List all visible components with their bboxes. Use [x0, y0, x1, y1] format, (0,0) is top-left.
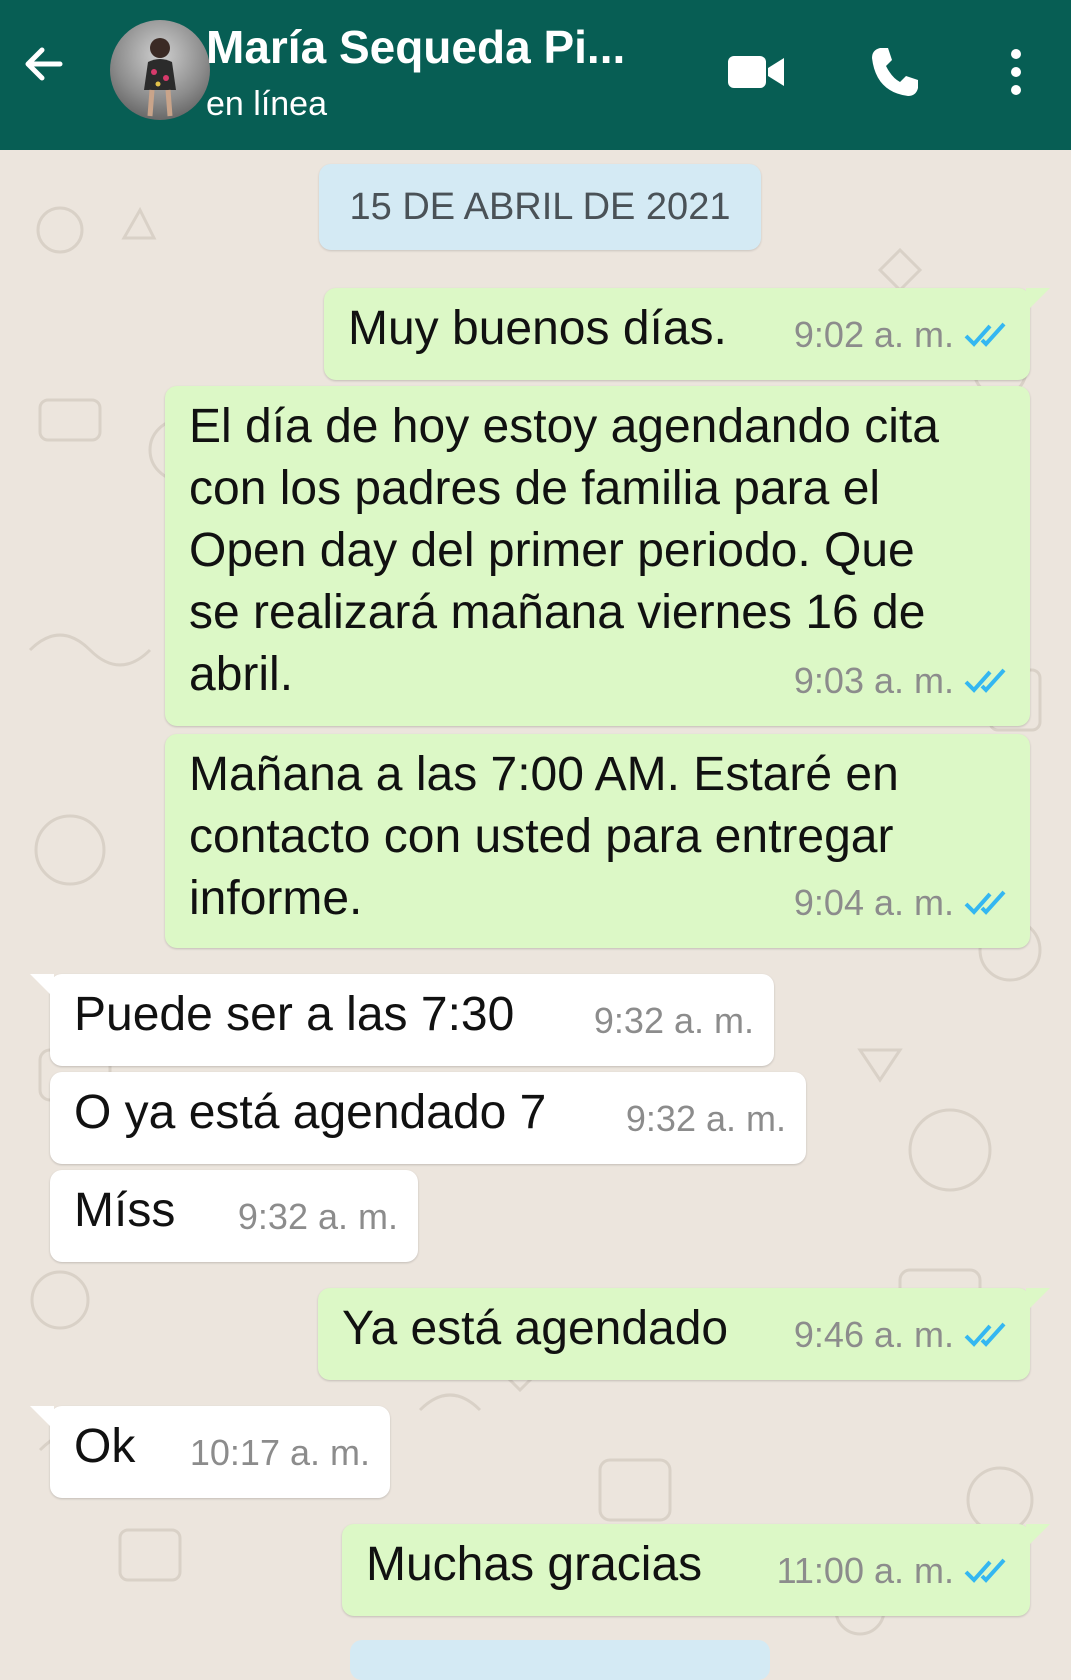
message-text: Mañana a las 7:00 AM. Estaré en contacto…: [189, 748, 899, 925]
date-chip-partial: [350, 1640, 770, 1680]
contact-name[interactable]: María Sequeda Pi...: [206, 20, 625, 74]
read-receipt-icon: [964, 668, 1006, 693]
read-receipt-icon: [964, 890, 1006, 915]
message-time: 9:32 a. m.: [237, 1196, 398, 1237]
message-bubble-outgoing[interactable]: Muchas gracias 11:00 a. m.: [342, 1524, 1050, 1616]
message-meta: 9:32 a. m.: [238, 1186, 398, 1248]
read-receipt-icon: [964, 322, 1006, 347]
bubble-tail: [1026, 288, 1050, 312]
message-bubble-incoming[interactable]: O ya está agendado 7 9:32 a. m.: [50, 1072, 806, 1164]
avatar-person-icon: [144, 38, 176, 117]
message-time: 9:32 a. m.: [625, 1098, 786, 1139]
message-time: 9:32 a. m.: [593, 1000, 754, 1041]
message-text: Muy buenos días.: [348, 302, 727, 355]
message-meta: 9:03 a. m.: [794, 650, 1010, 712]
message-bubble-incoming[interactable]: Ok 10:17 a. m.: [30, 1406, 390, 1498]
message-time: 11:00 a. m.: [776, 1550, 954, 1591]
message-bubble-incoming[interactable]: Puede ser a las 7:30 9:32 a. m.: [30, 974, 774, 1066]
contact-status: en línea: [206, 85, 327, 123]
message-meta: 9:32 a. m.: [594, 990, 754, 1052]
message-meta: 11:00 a. m.: [777, 1540, 1010, 1602]
message-text: Muchas gracias: [366, 1538, 703, 1591]
read-receipt-icon: [964, 1558, 1006, 1583]
message-time: 9:04 a. m.: [793, 882, 954, 923]
phone-call-icon[interactable]: [862, 40, 926, 104]
message-text: Míss: [74, 1184, 176, 1237]
message-meta: 9:02 a. m.: [794, 304, 1010, 366]
message-time: 10:17 a. m.: [189, 1432, 370, 1473]
message-time: 9:03 a. m.: [793, 660, 954, 701]
bubble-tail: [30, 974, 54, 998]
message-time: 9:02 a. m.: [793, 314, 954, 355]
message-text: Ok: [74, 1420, 136, 1473]
message-meta: 9:04 a. m.: [794, 872, 1010, 934]
bubble-tail: [1026, 1524, 1050, 1548]
message-bubble-outgoing[interactable]: Muy buenos días. 9:02 a. m.: [324, 288, 1050, 380]
avatar[interactable]: [110, 20, 210, 120]
bubble-tail: [30, 1406, 54, 1430]
more-options-icon[interactable]: [984, 40, 1048, 104]
chat-header: María Sequeda Pi... en línea: [0, 0, 1071, 150]
message-meta: 9:32 a. m.: [626, 1088, 786, 1150]
message-bubble-outgoing[interactable]: Mañana a las 7:00 AM. Estaré en contacto…: [165, 734, 1030, 948]
bubble-tail: [1026, 1288, 1050, 1312]
message-text: Puede ser a las 7:30: [74, 988, 515, 1041]
message-bubble-outgoing[interactable]: El día de hoy estoy agendando cita con l…: [165, 386, 1030, 726]
message-meta: 10:17 a. m.: [190, 1422, 370, 1484]
message-meta: 9:46 a. m.: [794, 1304, 1010, 1366]
message-text: Ya está agendado: [342, 1302, 729, 1355]
video-call-icon[interactable]: [724, 40, 788, 104]
message-bubble-incoming[interactable]: Míss 9:32 a. m.: [50, 1170, 418, 1262]
message-bubble-outgoing[interactable]: Ya está agendado 9:46 a. m.: [318, 1288, 1050, 1380]
message-time: 9:46 a. m.: [793, 1314, 954, 1355]
read-receipt-icon: [964, 1322, 1006, 1347]
back-arrow-icon[interactable]: [20, 40, 68, 88]
message-text: O ya está agendado 7: [74, 1086, 547, 1139]
date-chip: 15 DE ABRIL DE 2021: [319, 164, 761, 250]
